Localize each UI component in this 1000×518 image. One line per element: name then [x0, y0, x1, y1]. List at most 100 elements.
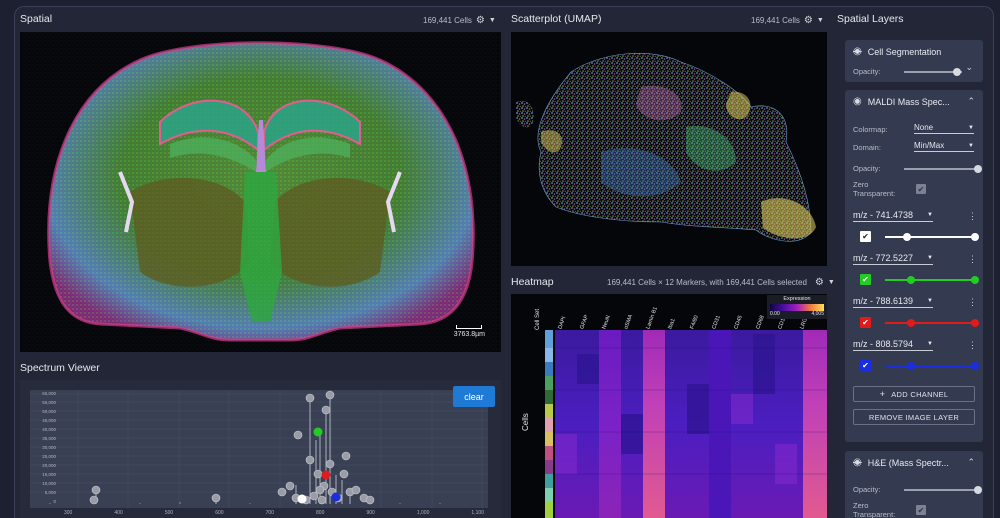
channel-color-checkbox[interactable]: ✔	[860, 231, 871, 242]
range-thumb-high[interactable]	[971, 233, 979, 241]
spatial-viewport[interactable]: 3763.8µm	[20, 32, 501, 352]
y-tick: 55,000	[42, 400, 56, 405]
channel-label: m/z - 788.6139	[853, 296, 914, 306]
spatial-title: Spatial	[20, 13, 53, 25]
channel-select[interactable]: m/z - 772.5227 ▼	[853, 252, 933, 265]
colormap-select[interactable]: None ▼	[914, 122, 974, 134]
channel-menu-icon[interactable]: ⋮	[968, 297, 977, 308]
opacity-slider[interactable]	[904, 165, 982, 173]
remove-image-layer-button[interactable]: REMOVE IMAGE LAYER	[853, 409, 975, 425]
y-tick: 60,000	[42, 391, 56, 396]
eye-off-icon[interactable]: ◉	[853, 457, 862, 468]
x-tick: 500	[164, 510, 174, 516]
scale-bar-label: 3763.8µm	[453, 331, 485, 338]
y-tick: 25,000	[42, 454, 56, 459]
cell-segmentation-header: ◉ Cell Segmentation	[853, 46, 941, 57]
opacity-slider[interactable]	[904, 486, 982, 494]
x-tick: 700	[265, 510, 274, 516]
heatmap-meta: 169,441 Cells × 12 Markers, with 169,441…	[607, 277, 835, 288]
opacity-label: Opacity:	[853, 164, 881, 173]
scatter-meta: 169,441 Cells ⚙ ▼	[751, 15, 824, 26]
channel-range-slider[interactable]	[885, 362, 979, 370]
range-thumb-high[interactable]	[971, 362, 979, 370]
channel-menu-icon[interactable]: ⋮	[968, 254, 977, 265]
spatial-settings-gear-icon[interactable]: ⚙	[476, 15, 485, 26]
scale-bar-line	[456, 325, 483, 329]
channel-select[interactable]: m/z - 741.4738 ▼	[853, 209, 933, 222]
maldi-layer-card: ◉ MALDI Mass Spec... ⌃ Colormap: None ▼ …	[845, 90, 983, 442]
range-thumb-low[interactable]	[907, 276, 915, 284]
opacity-slider-thumb[interactable]	[953, 68, 961, 76]
channel-color-checkbox[interactable]: ✔	[860, 317, 871, 328]
opacity-slider-thumb[interactable]	[974, 486, 982, 494]
chevron-up-icon[interactable]: ⌃	[967, 457, 975, 468]
range-thumb-low[interactable]	[907, 319, 915, 327]
brain-section-image	[20, 32, 501, 352]
range-thumb-high[interactable]	[971, 319, 979, 327]
channel-color-checkbox[interactable]: ✔	[860, 274, 871, 285]
x-tick: 600	[215, 510, 224, 516]
y-tick: 30,000	[42, 445, 56, 450]
channel-select[interactable]: m/z - 788.6139 ▼	[853, 295, 933, 308]
channel-label: m/z - 808.5794	[853, 339, 914, 349]
clear-button[interactable]: clear	[453, 386, 495, 407]
dropdown-caret-icon: ▼	[927, 341, 933, 347]
y-tick: 0	[53, 499, 56, 504]
range-thumb-low[interactable]	[907, 362, 915, 370]
spectrum-y-axis: 60,000 55,000 50,000 45,000 40,000 35,00…	[20, 389, 56, 506]
channel-range-slider[interactable]	[885, 233, 979, 241]
heatmap-grid	[545, 330, 827, 518]
chevron-down-icon[interactable]: ▼	[817, 17, 824, 24]
x-tick: 900	[366, 510, 375, 516]
dropdown-caret-icon: ▼	[927, 255, 933, 261]
channel-menu-icon[interactable]: ⋮	[968, 340, 977, 351]
heatmap-settings-gear-icon[interactable]: ⚙	[815, 277, 824, 288]
scale-bar: 3763.8µm	[454, 325, 485, 338]
colormap-value: None	[914, 123, 934, 132]
umap-viewport[interactable]	[511, 32, 827, 266]
colormap-label: Colormap:	[853, 125, 888, 134]
channel-color-checkbox[interactable]: ✔	[860, 360, 871, 371]
channel-range-slider[interactable]	[885, 319, 979, 327]
scatter-settings-gear-icon[interactable]: ⚙	[804, 15, 813, 26]
domain-label: Domain:	[853, 143, 881, 152]
layers-title: Spatial Layers	[837, 13, 904, 25]
heatmap-title: Heatmap	[511, 276, 554, 288]
channel-select[interactable]: m/z - 808.5794 ▼	[853, 338, 933, 351]
add-channel-button[interactable]: + ADD CHANNEL	[853, 386, 975, 402]
zero-transparent-checkbox[interactable]: ✔	[916, 184, 926, 194]
x-tick: 800	[316, 510, 325, 516]
opacity-label: Opacity:	[853, 67, 881, 76]
channel-menu-icon[interactable]: ⋮	[968, 211, 977, 222]
channel-label: m/z - 741.4738	[853, 210, 914, 220]
chevron-down-icon[interactable]: ⌄	[965, 62, 973, 73]
spectrum-x-axis: 300 400 500 600 700 800 900 1,000 1,100	[64, 510, 484, 516]
add-channel-label: ADD CHANNEL	[891, 389, 949, 399]
domain-select[interactable]: Min/Max ▼	[914, 140, 974, 152]
dropdown-caret-icon: ▼	[927, 212, 933, 218]
eye-icon[interactable]: ◉	[853, 96, 862, 107]
heatmap-viewport[interactable]: Cells Cell Set DAPI GFAP NeuN αSMA Lamin…	[511, 294, 827, 518]
eye-off-icon[interactable]: ◉	[853, 46, 862, 57]
channel-range-slider[interactable]	[885, 276, 979, 284]
chevron-down-icon[interactable]: ▼	[489, 17, 496, 24]
maldi-header: ◉ MALDI Mass Spec...	[853, 96, 950, 107]
range-thumb-high[interactable]	[971, 276, 979, 284]
maldi-layer-name: MALDI Mass Spec...	[867, 96, 950, 107]
y-tick: 10,000	[42, 481, 56, 486]
spectrum-viewport[interactable]: 60,000 55,000 50,000 45,000 40,000 35,00…	[20, 380, 501, 518]
opacity-slider-thumb[interactable]	[974, 165, 982, 173]
range-thumb-low[interactable]	[903, 233, 911, 241]
he-header: ◉ H&E (Mass Spectr...	[853, 457, 949, 468]
scatter-title: Scatterplot (UMAP)	[511, 13, 602, 25]
dropdown-caret-icon: ▼	[927, 298, 933, 304]
chevron-down-icon[interactable]: ▼	[828, 279, 835, 286]
opacity-slider[interactable]	[904, 68, 962, 76]
y-tick: 35,000	[42, 436, 56, 441]
y-tick: 20,000	[42, 463, 56, 468]
he-layer-name: H&E (Mass Spectr...	[867, 457, 949, 468]
channel-label: m/z - 772.5227	[853, 253, 914, 263]
zero-transparent-checkbox[interactable]: ✔	[916, 505, 926, 515]
x-tick: 1,000	[416, 510, 430, 516]
chevron-up-icon[interactable]: ⌃	[967, 96, 975, 107]
